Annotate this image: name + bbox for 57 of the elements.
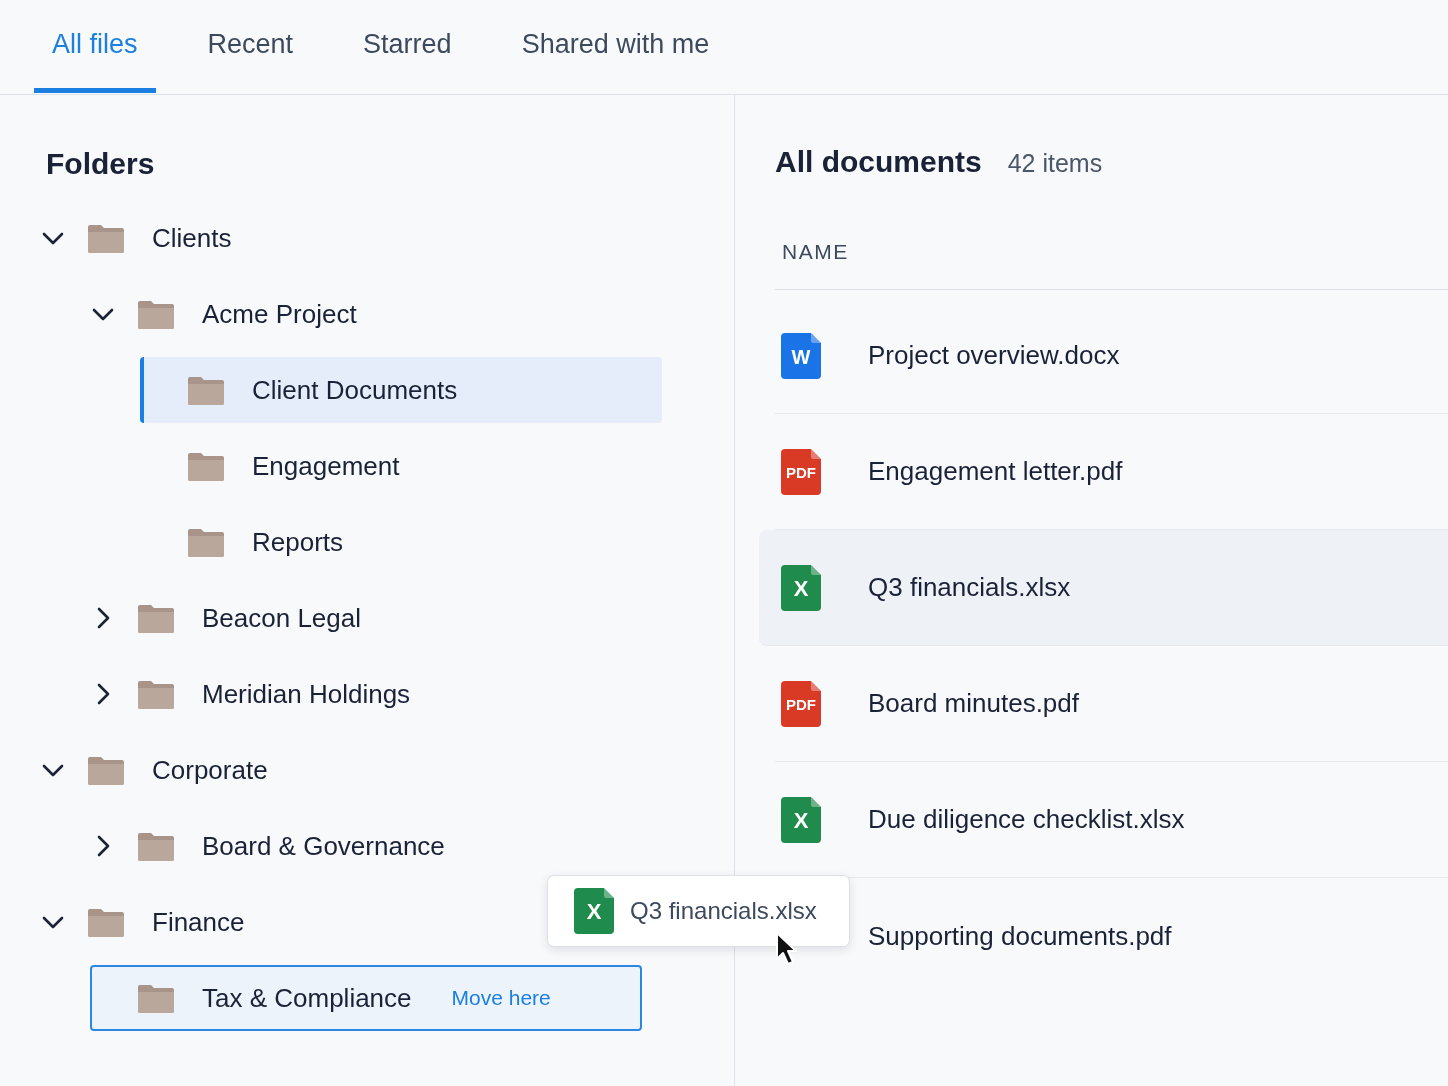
folder-item[interactable]: Clients: [40, 205, 244, 271]
folder-item[interactable]: Beacon Legal: [90, 585, 374, 651]
drop-target-folder[interactable]: Tax & Compliance Move here: [90, 965, 642, 1031]
folder-icon: [138, 603, 174, 633]
file-name: Due diligence checklist.xlsx: [868, 804, 1185, 835]
folder-item[interactable]: Board & Governance: [90, 813, 457, 879]
folder-item[interactable]: Acme Project: [90, 281, 369, 347]
section-title: Folders: [46, 147, 156, 181]
folder-item[interactable]: Client Documents: [140, 357, 662, 423]
folder-name: Client Documents: [252, 374, 458, 406]
tab[interactable]: Starred: [345, 0, 470, 93]
file-name: Project overview.docx: [868, 340, 1120, 371]
folder-name: Reports: [252, 526, 344, 558]
folder-item[interactable]: Meridian Holdings: [90, 661, 423, 727]
item-count: 42 items: [1007, 149, 1103, 178]
tab[interactable]: Shared with me: [503, 0, 728, 93]
folder-name: Board & Governance: [202, 830, 445, 862]
folder-icon: [138, 679, 174, 709]
file-name: Q3 financials.xlsx: [630, 897, 817, 925]
tab[interactable]: Recent: [189, 0, 312, 93]
file-name: Q3 financials.xlsx: [868, 572, 1071, 603]
spreadsheet-icon: X: [781, 564, 821, 611]
file-row[interactable]: X Q3 financials.xlsx: [759, 530, 1448, 646]
folder-name: Engagement: [252, 450, 400, 482]
folder-icon: [138, 831, 174, 861]
folder-name: Corporate: [152, 754, 268, 786]
spreadsheet-icon: X: [781, 796, 821, 843]
file-row[interactable]: PDF Board minutes.pdf: [775, 646, 1448, 762]
move-here-link[interactable]: Move here: [451, 986, 551, 1010]
spreadsheet-icon: X: [574, 888, 614, 934]
folder-item[interactable]: Reports: [140, 509, 356, 575]
folder-name: Finance: [152, 906, 245, 938]
folder-icon: [88, 907, 124, 937]
folder-icon: [188, 375, 224, 405]
folder-name: Clients: [152, 222, 232, 254]
folder-icon: [88, 755, 124, 785]
folder-icon: [138, 299, 174, 329]
column-header[interactable]: NAME: [775, 240, 1448, 290]
file-name: Engagement letter.pdf: [868, 456, 1123, 487]
folder-item[interactable]: Corporate: [40, 737, 280, 803]
tab[interactable]: All files: [34, 0, 156, 93]
folder-icon: [88, 223, 124, 253]
folder-icon: [188, 527, 224, 557]
folder-item[interactable]: Engagement: [140, 433, 412, 499]
folder-name: Meridian Holdings: [202, 678, 411, 710]
folder-item[interactable]: Finance: [40, 889, 257, 955]
document-icon: W: [781, 332, 821, 379]
panel-title: All documents: [775, 145, 982, 179]
file-row[interactable]: W Project overview.docx: [775, 298, 1448, 414]
folder-icon: [188, 451, 224, 481]
folder-icon: [138, 983, 174, 1013]
pdf-file-icon: PDF: [781, 680, 821, 727]
folder-name: Tax & Compliance: [202, 982, 412, 1014]
folder-name: Acme Project: [202, 298, 357, 330]
pdf-file-icon: PDF: [781, 448, 821, 495]
folder-name: Beacon Legal: [202, 602, 362, 634]
file-name: Board minutes.pdf: [868, 688, 1079, 719]
